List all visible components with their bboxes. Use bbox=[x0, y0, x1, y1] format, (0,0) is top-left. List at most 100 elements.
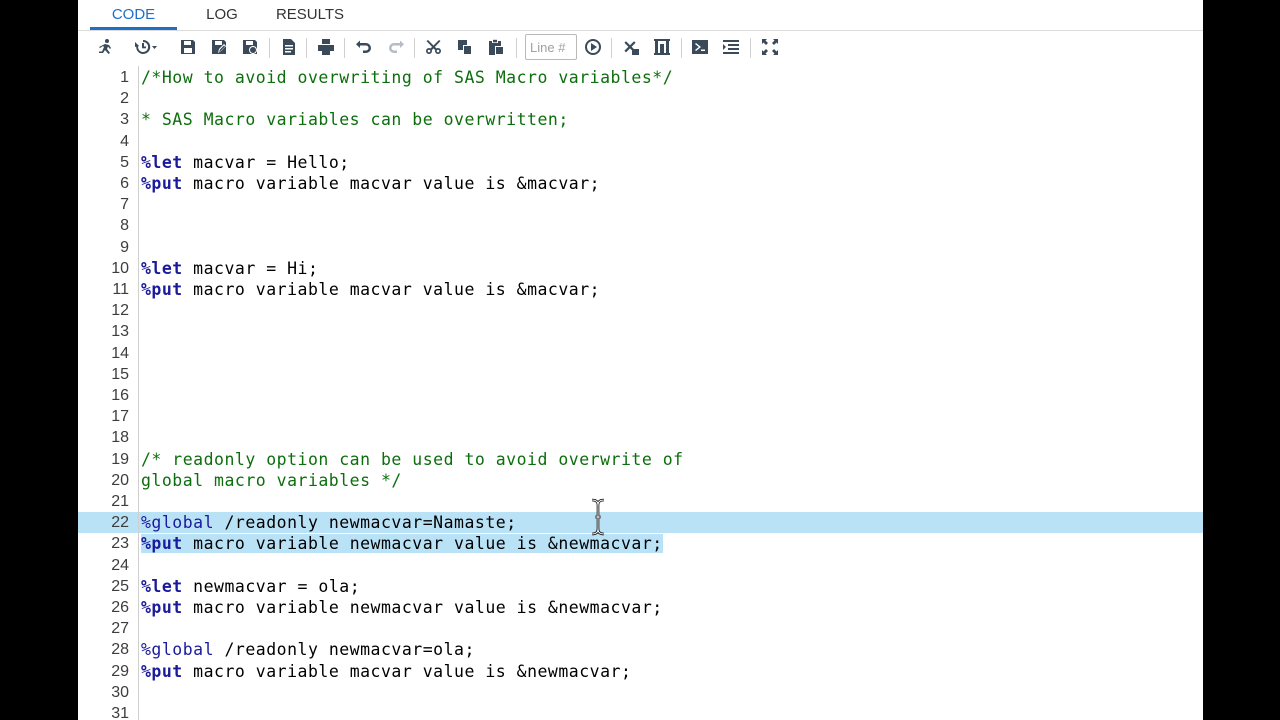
line-number: 27 bbox=[111, 620, 129, 638]
toolbar-separator bbox=[750, 38, 751, 58]
code-line[interactable]: 23 %put macro variable newmacvar value is… bbox=[78, 533, 1203, 554]
code-line[interactable]: 24 bbox=[78, 555, 1203, 576]
line-number: 16 bbox=[111, 387, 129, 404]
macro-keyword: %put bbox=[141, 174, 183, 193]
statement-text: macro variable newmacvar value is &newma… bbox=[182, 534, 663, 554]
line-number: 10 bbox=[111, 259, 129, 277]
code-line[interactable]: 19 /* readonly option can be used to avoi… bbox=[78, 449, 1203, 470]
statement-text: macvar = Hi; bbox=[182, 258, 319, 278]
code-line[interactable]: 9 bbox=[78, 237, 1203, 258]
redo-icon[interactable] bbox=[385, 36, 407, 58]
macro-keyword: %global bbox=[141, 640, 215, 660]
tab-results[interactable]: RESULTS bbox=[270, 0, 350, 30]
code-line[interactable]: 18 bbox=[78, 427, 1203, 448]
copy-icon[interactable] bbox=[454, 36, 476, 58]
statement-text: macro variable macvar value is &newmacva… bbox=[182, 661, 632, 681]
code-line[interactable]: 25 %let newmacvar = ola; bbox=[78, 576, 1203, 597]
maximize-icon[interactable] bbox=[759, 36, 781, 58]
gutter-divider bbox=[138, 66, 139, 720]
tab-code[interactable]: CODE bbox=[90, 0, 177, 30]
code-line[interactable]: 2 bbox=[78, 88, 1203, 109]
save-copy-icon[interactable] bbox=[239, 36, 261, 58]
code-line[interactable]: 31 bbox=[78, 703, 1203, 720]
code-line[interactable]: 6 %put macro variable macvar value is &ma… bbox=[78, 173, 1203, 194]
code-line[interactable]: 28 %global /readonly newmacvar=ola; bbox=[78, 639, 1203, 660]
code-line[interactable]: 17 bbox=[78, 406, 1203, 427]
code-line[interactable]: 27 bbox=[78, 618, 1203, 639]
code-line[interactable]: 16 bbox=[78, 385, 1203, 406]
code-text: * SAS Macro variables can be overwritten… bbox=[141, 109, 569, 130]
paste-icon[interactable] bbox=[485, 36, 507, 58]
line-number: 25 bbox=[111, 577, 129, 595]
code-text: %put macro variable macvar value is &mac… bbox=[141, 279, 600, 300]
line-number: 26 bbox=[111, 599, 129, 616]
line-number: 9 bbox=[120, 238, 129, 256]
save-icon[interactable] bbox=[177, 36, 199, 58]
line-number: 1 bbox=[120, 69, 129, 86]
code-line[interactable]: 22 %global /readonly newmacvar=Namaste; bbox=[78, 512, 1203, 534]
line-number: 17 bbox=[111, 408, 129, 426]
toolbar-separator bbox=[414, 38, 415, 58]
snippet-icon[interactable] bbox=[720, 36, 742, 58]
line-number: 18 bbox=[111, 429, 129, 447]
line-number-input[interactable] bbox=[525, 34, 577, 60]
undo-icon[interactable] bbox=[353, 36, 375, 58]
statement-text: /readonly newmacvar=Namaste; bbox=[214, 513, 517, 533]
cut-icon[interactable] bbox=[423, 36, 445, 58]
toolbar-separator bbox=[611, 38, 612, 58]
toolbar-separator bbox=[344, 38, 345, 58]
tab-log[interactable]: LOG bbox=[192, 0, 252, 30]
line-number: 5 bbox=[120, 153, 129, 171]
toolbar-separator bbox=[516, 38, 517, 58]
line-number: 7 bbox=[120, 196, 129, 214]
save-as-icon[interactable] bbox=[208, 36, 230, 58]
clear-icon[interactable] bbox=[620, 36, 642, 58]
line-number: 24 bbox=[111, 556, 129, 574]
macro-keyword: %put bbox=[141, 661, 183, 681]
line-number: 20 bbox=[111, 471, 129, 489]
code-line[interactable]: 11 %put macro variable macvar value is &m… bbox=[78, 279, 1203, 300]
code-text: global macro variables */ bbox=[141, 470, 402, 491]
line-number: 2 bbox=[120, 90, 129, 108]
editor-toolbar bbox=[78, 31, 1203, 63]
code-text: /*How to avoid overwriting of SAS Macro … bbox=[141, 67, 673, 88]
line-number: 6 bbox=[120, 175, 129, 192]
code-line[interactable]: 8 bbox=[78, 215, 1203, 236]
code-line[interactable]: 12 bbox=[78, 300, 1203, 321]
line-number: 4 bbox=[120, 132, 129, 150]
code-line[interactable]: 20 global macro variables */ bbox=[78, 470, 1203, 491]
code-line[interactable]: 14 bbox=[78, 343, 1203, 364]
code-line[interactable]: 1 /*How to avoid overwriting of SAS Macro… bbox=[78, 67, 1203, 88]
code-editor[interactable]: 1 /*How to avoid overwriting of SAS Macro… bbox=[78, 66, 1203, 720]
code-line[interactable]: 15 bbox=[78, 364, 1203, 385]
go-to-line-icon[interactable] bbox=[582, 36, 604, 58]
line-number: 8 bbox=[120, 217, 129, 235]
code-line[interactable]: 26 %put macro variable newmacvar value is… bbox=[78, 597, 1203, 618]
statement-text: /readonly newmacvar=ola; bbox=[214, 640, 475, 660]
code-line[interactable]: 10 %let macvar = Hi; bbox=[78, 258, 1203, 279]
line-number: 23 bbox=[111, 535, 129, 553]
tab-bar: CODE LOG RESULTS bbox=[78, 0, 1203, 31]
selection-highlight: %put macro variable newmacvar value is &… bbox=[141, 534, 663, 554]
submit-icon[interactable] bbox=[689, 36, 711, 58]
format-icon[interactable] bbox=[651, 36, 673, 58]
history-icon[interactable] bbox=[130, 36, 162, 58]
code-line[interactable]: 13 bbox=[78, 321, 1203, 342]
run-icon[interactable] bbox=[94, 36, 116, 58]
code-line[interactable]: 3 * SAS Macro variables can be overwritte… bbox=[78, 109, 1203, 130]
export-icon[interactable] bbox=[278, 36, 300, 58]
code-line[interactable]: 4 bbox=[78, 131, 1203, 152]
print-icon[interactable] bbox=[315, 36, 337, 58]
code-text: /* readonly option can be used to avoid … bbox=[141, 449, 684, 470]
line-number: 3 bbox=[120, 111, 129, 129]
code-line[interactable]: 30 bbox=[78, 682, 1203, 703]
code-line[interactable]: 21 bbox=[78, 491, 1203, 512]
text-cursor-icon bbox=[591, 498, 605, 536]
code-line[interactable]: 7 bbox=[78, 194, 1203, 215]
statement-text: macvar = Hello; bbox=[182, 152, 350, 172]
code-line[interactable]: 5 %let macvar = Hello; bbox=[78, 152, 1203, 173]
macro-keyword: %let bbox=[141, 258, 183, 278]
comment-text: /*How to avoid overwriting of SAS Macro … bbox=[141, 68, 674, 87]
line-number: 14 bbox=[111, 344, 129, 362]
code-line[interactable]: 29 %put macro variable macvar value is &n… bbox=[78, 661, 1203, 682]
